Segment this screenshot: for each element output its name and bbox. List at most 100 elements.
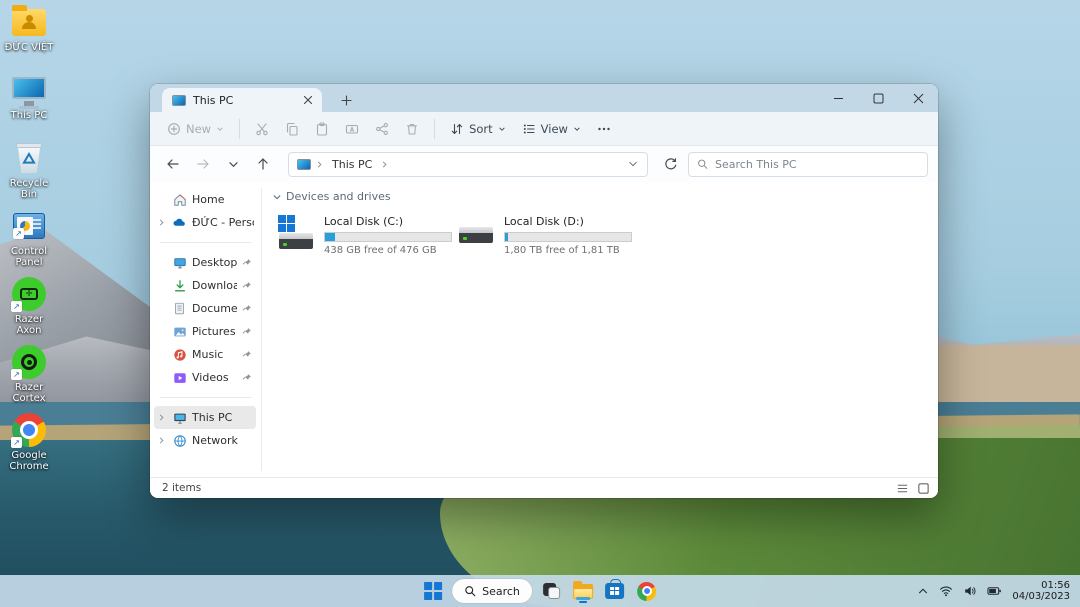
pin-icon[interactable] xyxy=(242,345,252,364)
maximize-button[interactable] xyxy=(858,84,898,112)
desktop-icon-this-pc[interactable]: This PC xyxy=(2,72,56,138)
battery-icon[interactable] xyxy=(983,578,1006,604)
sidebar-item-pictures[interactable]: Pictures xyxy=(154,320,256,343)
rename-button[interactable] xyxy=(338,118,366,140)
status-bar: 2 items xyxy=(150,477,938,498)
back-button[interactable] xyxy=(160,151,186,177)
file-explorer-taskbar-button[interactable] xyxy=(570,578,596,604)
sort-icon xyxy=(450,122,464,136)
desktop-icon-razer-cortex[interactable]: ↗ Razer Cortex xyxy=(2,344,56,410)
clock[interactable]: 01:56 04/03/2023 xyxy=(1008,580,1074,603)
task-view-button[interactable] xyxy=(538,578,564,604)
desktop-icon-label: Razer Cortex xyxy=(2,382,56,404)
expand-chevron-icon[interactable] xyxy=(157,436,167,445)
toolbar-separator xyxy=(239,119,240,139)
sidebar-item-onedrive-personal[interactable]: ĐỨC - Personal xyxy=(154,211,256,234)
tray-date: 04/03/2023 xyxy=(1012,591,1070,603)
tab-this-pc[interactable]: This PC xyxy=(162,88,322,112)
search-icon xyxy=(697,158,708,170)
expand-chevron-icon[interactable] xyxy=(157,218,167,227)
recent-locations-button[interactable] xyxy=(220,151,246,177)
new-tab-button[interactable] xyxy=(338,92,354,108)
explorer-search[interactable] xyxy=(688,152,928,177)
desktop-icon-label: Razer Axon xyxy=(2,314,56,336)
copy-button[interactable] xyxy=(278,118,306,140)
pin-icon[interactable] xyxy=(242,299,252,318)
titlebar[interactable]: This PC xyxy=(150,84,938,112)
address-dropdown-button[interactable] xyxy=(623,154,643,174)
collapse-chevron-icon xyxy=(272,192,282,202)
taskbar-center: Search xyxy=(420,575,660,607)
minimize-button[interactable] xyxy=(818,84,858,112)
sidebar-item-home[interactable]: Home xyxy=(154,188,256,211)
desktop-icon-recycle-bin[interactable]: Recycle Bin xyxy=(2,140,56,206)
sidebar-item-videos[interactable]: Videos xyxy=(154,366,256,389)
expand-chevron-icon[interactable] xyxy=(157,413,167,422)
sidebar-item-network[interactable]: Network xyxy=(154,429,256,452)
new-icon xyxy=(167,122,181,136)
devices-and-drives-group[interactable]: Devices and drives xyxy=(272,190,938,203)
microsoft-store-icon xyxy=(605,583,624,599)
wifi-icon[interactable] xyxy=(935,578,957,604)
this-pc-icon xyxy=(172,95,186,106)
see-more-button[interactable] xyxy=(590,118,618,140)
chrome-icon: ↗ xyxy=(12,413,46,447)
chevron-down-icon xyxy=(216,125,224,133)
desktop-icon-label: Recycle Bin xyxy=(2,178,56,200)
refresh-button[interactable] xyxy=(658,151,684,177)
navigation-pane: Home ĐỨC - Personal Desktop xyxy=(150,182,262,477)
pin-icon[interactable] xyxy=(242,253,252,272)
desktop-icon-control-panel[interactable]: ↗ Control Panel xyxy=(2,208,56,274)
explorer-body: Home ĐỨC - Personal Desktop xyxy=(150,182,938,477)
pin-icon[interactable] xyxy=(242,368,252,387)
share-button[interactable] xyxy=(368,118,396,140)
paste-button[interactable] xyxy=(308,118,336,140)
sidebar-item-documents[interactable]: Documents xyxy=(154,297,256,320)
large-icons-view-button[interactable] xyxy=(917,482,930,495)
sidebar-item-downloads[interactable]: Downloads xyxy=(154,274,256,297)
taskbar-search[interactable]: Search xyxy=(452,579,532,603)
control-panel-icon: ↗ xyxy=(13,213,45,239)
drive-name: Local Disk (C:) xyxy=(324,215,446,229)
home-icon xyxy=(172,192,187,207)
sidebar-item-desktop[interactable]: Desktop xyxy=(154,251,256,274)
drive-c-tile[interactable]: Local Disk (C:) 438 GB free of 476 GB xyxy=(272,211,452,260)
taskbar: Search xyxy=(0,575,1080,607)
details-view-button[interactable] xyxy=(896,482,909,495)
pin-icon[interactable] xyxy=(242,322,252,341)
start-button[interactable] xyxy=(420,578,446,604)
drive-usage-bar xyxy=(324,232,452,242)
chrome-taskbar-button[interactable] xyxy=(634,578,660,604)
drive-d-tile[interactable]: Local Disk (D:) 1,80 TB free of 1,81 TB xyxy=(452,211,632,260)
sidebar-item-music[interactable]: Music xyxy=(154,343,256,366)
cut-button[interactable] xyxy=(248,118,276,140)
file-explorer-icon xyxy=(573,584,593,599)
view-button[interactable]: View xyxy=(515,118,588,140)
tab-close-icon[interactable] xyxy=(300,92,316,108)
desktop-icon-user-folder[interactable]: ĐỨC VIỆT xyxy=(2,4,56,70)
monitor-icon xyxy=(12,77,46,103)
sort-label: Sort xyxy=(469,122,493,136)
breadcrumb-this-pc[interactable]: This PC xyxy=(328,156,376,173)
search-input[interactable] xyxy=(715,158,919,171)
up-button[interactable] xyxy=(250,151,276,177)
user-folder-icon xyxy=(12,9,46,36)
desktop-icon-google-chrome[interactable]: ↗ Google Chrome xyxy=(2,412,56,478)
system-drive-icon xyxy=(278,215,316,253)
sort-button[interactable]: Sort xyxy=(443,118,513,140)
this-pc-icon xyxy=(172,410,187,425)
desktop-icon-label: ĐỨC VIỆT xyxy=(5,42,54,53)
forward-button[interactable] xyxy=(190,151,216,177)
hidden-icons-button[interactable] xyxy=(913,578,933,604)
close-button[interactable] xyxy=(898,84,938,112)
new-button[interactable]: New xyxy=(160,118,231,140)
sidebar-item-this-pc[interactable]: This PC xyxy=(154,406,256,429)
pin-icon[interactable] xyxy=(242,276,252,295)
delete-button[interactable] xyxy=(398,118,426,140)
downloads-icon xyxy=(172,278,187,293)
volume-icon[interactable] xyxy=(959,578,981,604)
desktop-icon-razer-axon[interactable]: ↗ Razer Axon xyxy=(2,276,56,342)
paste-icon xyxy=(315,122,329,136)
microsoft-store-button[interactable] xyxy=(602,578,628,604)
address-bar[interactable]: This PC xyxy=(288,152,648,177)
